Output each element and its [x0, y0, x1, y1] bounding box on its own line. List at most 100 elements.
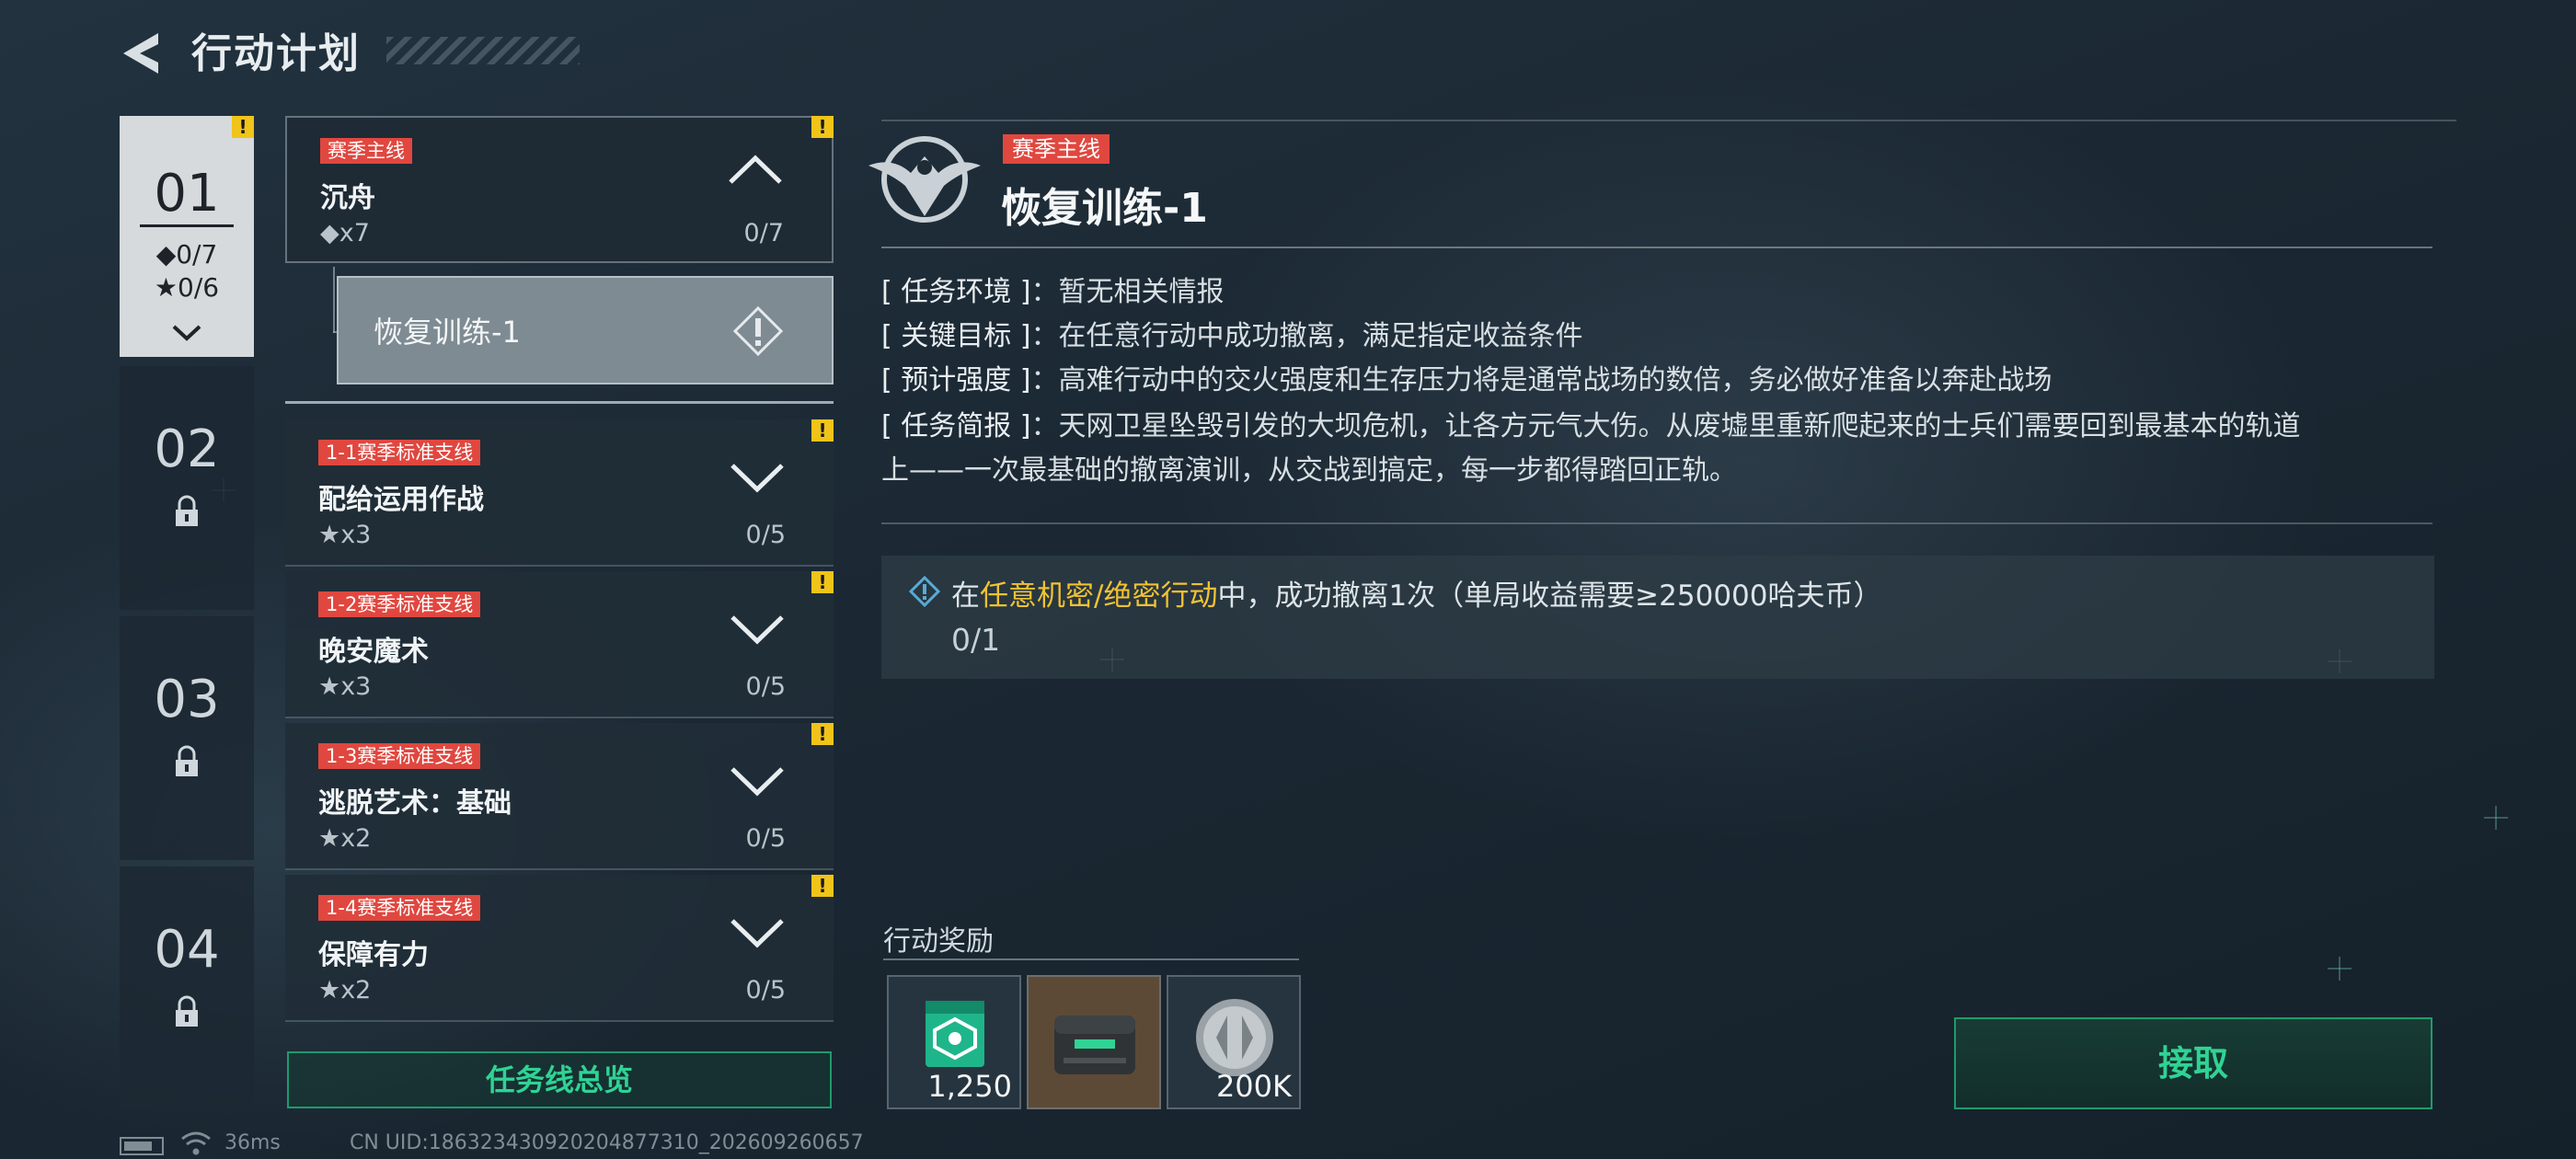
warning-badge-icon: ! [232, 116, 254, 138]
lock-icon [176, 995, 198, 1027]
chevron-down-icon [172, 325, 201, 341]
chevron-down-icon[interactable] [729, 765, 786, 798]
info-value: ：暂无相关情报 [1030, 276, 1225, 308]
mission-reward: ★x3 [318, 521, 372, 549]
chapter-tab-02[interactable]: 02 [120, 366, 254, 610]
info-label: [ 关键目标 ] [881, 320, 1031, 352]
equipment-case-icon [1054, 1016, 1135, 1074]
deco-crosshair [2484, 806, 2508, 830]
mission-progress: 0/5 [745, 976, 786, 1004]
chapter-divider [140, 224, 234, 227]
mission-progress: 0/5 [745, 521, 786, 549]
uid-readout: CN UID:18632343092020487731​0_2026092606… [350, 1131, 864, 1154]
reward-quantity: 1,250 [927, 1069, 1012, 1104]
sub-mission-selected[interactable]: 恢复训练-1 [337, 276, 834, 384]
mission-tag: 1-4赛季标准支线 [318, 895, 481, 921]
mission-overview-button[interactable]: 任务线总览 [287, 1051, 832, 1108]
title-stripe-decor [386, 37, 580, 64]
warning-badge-icon: ! [811, 875, 834, 897]
warning-badge-icon: ! [811, 723, 834, 745]
chapter-number: 04 [154, 920, 220, 980]
warning-badge-icon: ! [811, 116, 834, 138]
mission-name: 沉舟 [320, 182, 375, 214]
reward-quantity: 200K [1215, 1069, 1292, 1104]
chapter-number: 01 [154, 164, 220, 224]
briefing-continuation: 上——一次最基础的撤离演训，从交战到搞定，每一步都得踏回正轨。 [881, 454, 1737, 487]
detail-tag: 赛季主线 [1003, 134, 1110, 164]
info-value: ：天网卫星坠毁引发的大坝危机，让各方元气大伤。从废墟里重新爬起来的士兵们需要回到… [1030, 410, 2301, 442]
objective-panel: 在任意机密/绝密行动中，成功撤离1次（单局收益需要≥250000哈夫币） 0/1 [881, 556, 2434, 679]
info-row-objective: [ 关键目标 ]：在任意行动中成功撤离，满足指定收益条件 [881, 313, 1582, 353]
alert-diamond-icon [732, 305, 784, 357]
mission-reward: ★x3 [318, 672, 372, 701]
eagle-emblem-icon [868, 136, 981, 223]
detail-top-line [881, 120, 2456, 121]
detail-divider [881, 247, 2432, 248]
mission-card[interactable]: ! 1-4赛季标准支线 保障有力 ★x2 0/5 [285, 875, 834, 1022]
mission-tag: 1-1赛季标准支线 [318, 440, 481, 465]
objective-progress: 0/1 [951, 622, 1001, 658]
list-separator [285, 401, 834, 404]
info-row-briefing: [ 任务简报 ]：天网卫星坠毁引发的大坝危机，让各方元气大伤。从废墟里重新爬起来… [881, 403, 2300, 443]
rewards-title: 行动奖励 [883, 925, 994, 958]
mission-card-main[interactable]: ! 赛季主线 沉舟 ◆x7 0/7 [285, 116, 834, 263]
mission-name: 晚安魔术 [318, 636, 429, 668]
chapter-number: 03 [154, 670, 220, 729]
mission-reward: ★x2 [318, 976, 372, 1004]
accept-button[interactable]: 接取 [1954, 1017, 2432, 1109]
mission-card[interactable]: ! 1-3赛季标准支线 逃脱艺术：基础 ★x2 0/5 [285, 723, 834, 870]
tree-connector [333, 267, 335, 333]
mission-progress: 0/5 [745, 824, 786, 853]
mission-reward: ◆x7 [320, 219, 370, 247]
reward-item[interactable] [1027, 975, 1161, 1109]
objective-prefix: 在 [951, 580, 980, 613]
info-value: ：高难行动中的交火强度和生存压力将是通常战场的数倍，务必做好准备以奔赴战场 [1030, 364, 2053, 396]
chevron-down-icon[interactable] [729, 614, 786, 647]
mission-tag: 1-3赛季标准支线 [318, 743, 481, 769]
wifi-icon [181, 1131, 211, 1155]
objective-highlight: 任意机密/绝密行动 [980, 580, 1218, 613]
back-arrow-icon[interactable] [118, 29, 166, 77]
mission-progress: 0/7 [743, 219, 784, 247]
chevron-down-icon[interactable] [729, 462, 786, 495]
reward-item[interactable]: 200K [1167, 975, 1301, 1109]
mission-name: 保障有力 [318, 939, 429, 971]
chapter-number: 02 [154, 419, 220, 479]
chapter-diamond-stat: ◆0/7 [155, 239, 218, 270]
detail-divider [881, 522, 2432, 524]
lock-icon [176, 745, 198, 776]
mission-name: 逃脱艺术：基础 [318, 787, 512, 820]
battery-icon [120, 1137, 164, 1155]
mission-tag: 1-2赛季标准支线 [318, 591, 481, 617]
objective-diamond-icon [909, 576, 940, 607]
chapter-star-stat: ★0/6 [154, 272, 220, 303]
mission-progress: 0/5 [745, 672, 786, 701]
info-label: [ 预计强度 ] [881, 364, 1031, 396]
mission-name: 配给运用作战 [318, 484, 484, 516]
lock-icon [176, 495, 198, 526]
warning-badge-icon: ! [811, 571, 834, 593]
info-label: [ 任务简报 ] [881, 410, 1031, 442]
page-title: 行动计划 [191, 30, 361, 77]
info-value: ：在任意行动中成功撤离，满足指定收益条件 [1030, 320, 1583, 352]
mission-reward: ★x2 [318, 824, 372, 853]
rewards-divider [883, 958, 1299, 960]
mission-card[interactable]: ! 1-1赛季标准支线 配给运用作战 ★x3 0/5 [285, 419, 834, 567]
info-row-intensity: [ 预计强度 ]：高难行动中的交火强度和生存压力将是通常战场的数倍，务必做好准备… [881, 357, 2052, 397]
info-label: [ 任务环境 ] [881, 276, 1031, 308]
detail-title: 恢复训练-1 [1001, 185, 1208, 232]
mission-card[interactable]: ! 1-2赛季标准支线 晚安魔术 ★x3 0/5 [285, 571, 834, 718]
chapter-tab-04[interactable]: 04 [120, 866, 254, 1110]
warning-badge-icon: ! [811, 419, 834, 442]
chapter-tab-01[interactable]: ! 01 ◆0/7 ★0/6 [120, 116, 254, 357]
info-row-environment: [ 任务环境 ]：暂无相关情报 [881, 269, 1224, 309]
reward-item[interactable]: 1,250 [887, 975, 1021, 1109]
objective-text: 在任意机密/绝密行动中，成功撤离1次（单局收益需要≥250000哈夫币） [951, 572, 1882, 614]
chevron-down-icon[interactable] [729, 917, 786, 950]
chapter-tab-03[interactable]: 03 [120, 616, 254, 860]
mission-tag: 赛季主线 [320, 138, 412, 164]
green-voucher-icon [926, 1001, 984, 1067]
deco-crosshair [2328, 957, 2352, 981]
chevron-up-icon[interactable] [727, 153, 784, 186]
sub-mission-label: 恢复训练-1 [374, 315, 521, 350]
